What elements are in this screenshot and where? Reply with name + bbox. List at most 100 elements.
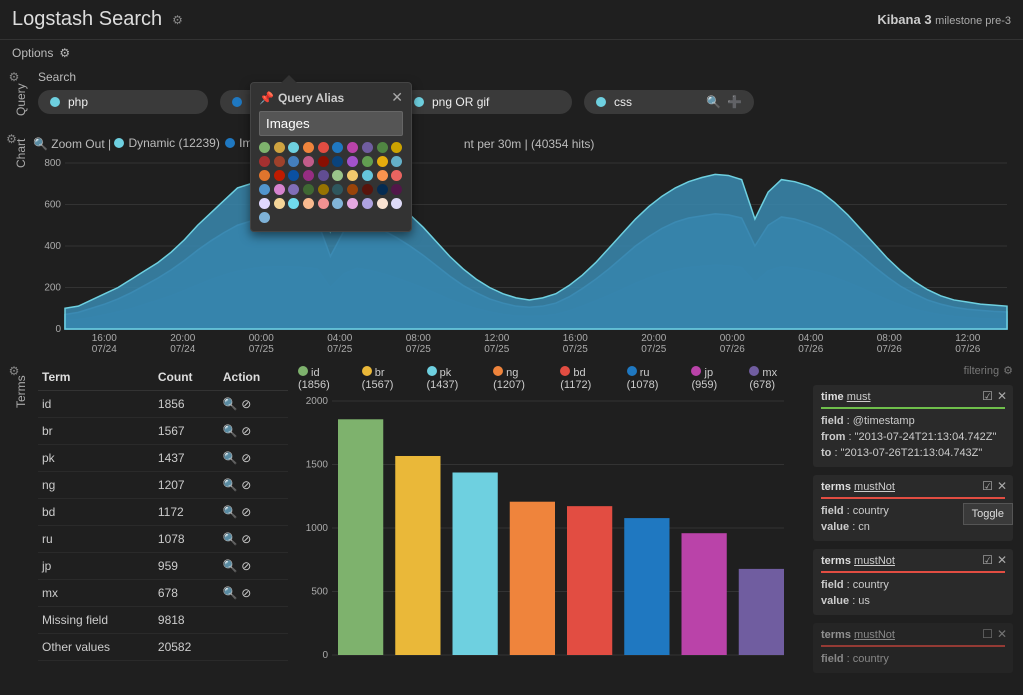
zoom-out[interactable]: Zoom Out: [51, 137, 104, 151]
filter-out-icon[interactable]: ⊘: [241, 478, 251, 492]
color-swatch[interactable]: [332, 184, 343, 195]
filter-out-icon[interactable]: ⊘: [241, 397, 251, 411]
checkbox-icon[interactable]: ☑: [982, 389, 993, 403]
color-swatch[interactable]: [391, 184, 402, 195]
color-swatch[interactable]: [274, 184, 285, 195]
options-gear-icon[interactable]: ⚙: [59, 46, 70, 60]
filtering-gear-icon[interactable]: ⚙: [1003, 364, 1013, 377]
color-swatch[interactable]: [259, 142, 270, 153]
query-pill[interactable]: png OR gif: [402, 90, 572, 114]
color-swatch[interactable]: [362, 156, 373, 167]
color-swatch[interactable]: [303, 142, 314, 153]
color-swatch[interactable]: [347, 170, 358, 181]
color-swatch[interactable]: [332, 198, 343, 209]
color-swatch[interactable]: [318, 142, 329, 153]
color-swatch[interactable]: [274, 142, 285, 153]
search-icon[interactable]: 🔍: [706, 95, 721, 109]
table-row: jp959🔍 ⊘: [38, 553, 288, 580]
color-swatch[interactable]: [259, 198, 270, 209]
color-swatch[interactable]: [274, 198, 285, 209]
checkbox-icon[interactable]: ☑: [982, 479, 993, 493]
legend-item: ng (1207): [493, 366, 550, 391]
color-swatch[interactable]: [318, 170, 329, 181]
color-swatch[interactable]: [347, 198, 358, 209]
color-swatch[interactable]: [303, 156, 314, 167]
color-swatch[interactable]: [362, 198, 373, 209]
color-swatch[interactable]: [274, 156, 285, 167]
query-pill[interactable]: php: [38, 90, 208, 114]
filter-out-icon[interactable]: ⊘: [241, 451, 251, 465]
color-swatch[interactable]: [347, 184, 358, 195]
filter-card: ☑✕time mustfield : @timestampfrom : "201…: [813, 385, 1013, 467]
filter-in-icon[interactable]: 🔍: [223, 424, 238, 438]
color-swatch[interactable]: [259, 184, 270, 195]
popover-close-icon[interactable]: ✕: [391, 89, 403, 106]
color-swatch[interactable]: [332, 156, 343, 167]
color-swatch[interactable]: [259, 156, 270, 167]
filter-in-icon[interactable]: 🔍: [223, 559, 238, 573]
query-pill[interactable]: css🔍➕: [584, 90, 754, 114]
color-swatch[interactable]: [288, 198, 299, 209]
color-swatch[interactable]: [362, 184, 373, 195]
color-swatch[interactable]: [288, 142, 299, 153]
page-title: Logstash Search: [12, 8, 162, 31]
color-swatch[interactable]: [377, 156, 388, 167]
color-swatch[interactable]: [318, 184, 329, 195]
color-swatch[interactable]: [274, 170, 285, 181]
color-swatch[interactable]: [318, 156, 329, 167]
terms-gear-icon[interactable]: ⚙: [9, 364, 20, 677]
color-swatch[interactable]: [391, 142, 402, 153]
color-swatch[interactable]: [303, 198, 314, 209]
toggle-tooltip: Toggle: [963, 503, 1013, 525]
color-swatch[interactable]: [318, 198, 329, 209]
color-swatch[interactable]: [288, 156, 299, 167]
svg-text:12:00: 12:00: [955, 333, 980, 344]
color-swatch[interactable]: [332, 142, 343, 153]
color-swatch[interactable]: [377, 184, 388, 195]
color-swatch[interactable]: [377, 198, 388, 209]
filter-in-icon[interactable]: 🔍: [223, 478, 238, 492]
options-link[interactable]: Options: [12, 46, 53, 60]
legend-item: jp (959): [691, 366, 739, 391]
color-swatch[interactable]: [288, 184, 299, 195]
color-swatch[interactable]: [347, 156, 358, 167]
side-query-label: Query: [14, 83, 28, 116]
color-swatch[interactable]: [362, 170, 373, 181]
color-swatch[interactable]: [259, 212, 270, 223]
color-swatch[interactable]: [377, 142, 388, 153]
filter-in-icon[interactable]: 🔍: [223, 532, 238, 546]
remove-icon[interactable]: ✕: [997, 553, 1007, 567]
alias-input[interactable]: [259, 111, 403, 136]
color-swatch[interactable]: [347, 142, 358, 153]
color-swatch[interactable]: [391, 198, 402, 209]
color-swatch[interactable]: [303, 170, 314, 181]
add-icon[interactable]: ➕: [727, 95, 742, 109]
filter-out-icon[interactable]: ⊘: [241, 586, 251, 600]
color-swatch[interactable]: [391, 156, 402, 167]
filter-in-icon[interactable]: 🔍: [223, 505, 238, 519]
timeseries-chart[interactable]: 020040060080016:0007/2420:0007/2400:0007…: [33, 157, 1013, 357]
filter-in-icon[interactable]: 🔍: [223, 397, 238, 411]
filter-out-icon[interactable]: ⊘: [241, 505, 251, 519]
filter-out-icon[interactable]: ⊘: [241, 532, 251, 546]
remove-icon[interactable]: ✕: [997, 389, 1007, 403]
svg-text:800: 800: [44, 158, 61, 169]
color-swatch[interactable]: [288, 170, 299, 181]
checkbox-icon[interactable]: ☐: [982, 627, 993, 641]
filter-out-icon[interactable]: ⊘: [241, 559, 251, 573]
color-swatch[interactable]: [332, 170, 343, 181]
color-swatch[interactable]: [303, 184, 314, 195]
checkbox-icon[interactable]: ☑: [982, 553, 993, 567]
color-swatch[interactable]: [362, 142, 373, 153]
title-gear-icon[interactable]: ⚙: [172, 13, 183, 27]
filter-out-icon[interactable]: ⊘: [241, 424, 251, 438]
zoom-icon[interactable]: 🔍: [33, 137, 48, 151]
color-swatch[interactable]: [259, 170, 270, 181]
filter-in-icon[interactable]: 🔍: [223, 451, 238, 465]
remove-icon[interactable]: ✕: [997, 479, 1007, 493]
filter-in-icon[interactable]: 🔍: [223, 586, 238, 600]
terms-bar-chart[interactable]: 0500100015002000: [298, 395, 803, 665]
color-swatch[interactable]: [377, 170, 388, 181]
remove-icon[interactable]: ✕: [997, 627, 1007, 641]
color-swatch[interactable]: [391, 170, 402, 181]
